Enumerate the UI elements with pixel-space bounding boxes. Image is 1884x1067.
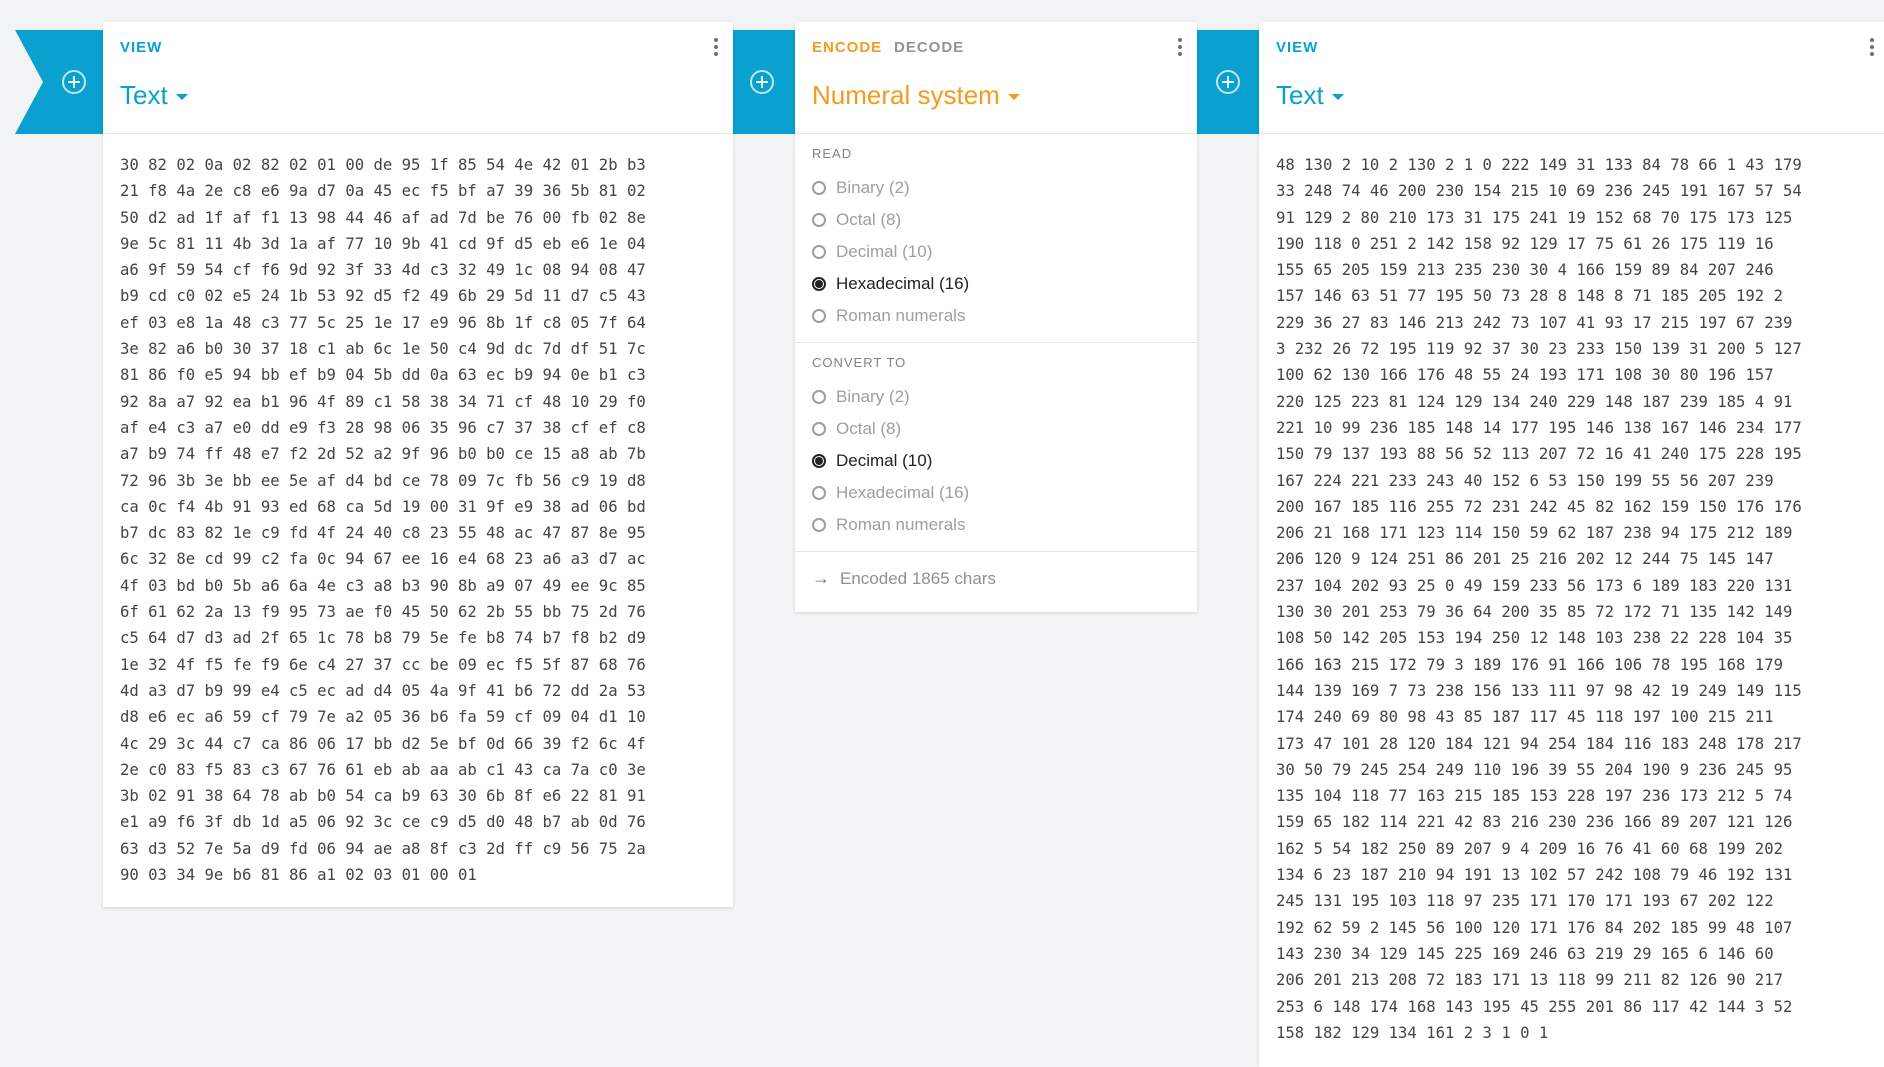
read-option-decimal[interactable]: Decimal (10) <box>795 236 1197 268</box>
pipeline-connector-2[interactable] <box>733 30 795 134</box>
encode-tab[interactable]: ENCODE <box>812 39 882 56</box>
status-text: Encoded 1865 chars <box>840 568 996 588</box>
format-title: Text <box>120 80 168 110</box>
output-view-card: VIEW Text 48 130 2 10 2 130 2 1 0 222 14… <box>1259 22 1884 1067</box>
read-section-label: READ <box>812 146 853 161</box>
radio-icon <box>812 181 826 195</box>
view-mode-label: VIEW <box>1276 39 1319 56</box>
convert-option-decimal[interactable]: Decimal (10) <box>795 445 1197 477</box>
read-option-hexadecimal[interactable]: Hexadecimal (16) <box>795 268 1197 300</box>
card-header: VIEW Text <box>103 22 733 134</box>
radio-icon <box>812 390 826 404</box>
convert-section-label: CONVERT TO <box>812 355 907 370</box>
radio-selected-icon <box>812 454 826 468</box>
radio-icon <box>812 518 826 532</box>
input-text-area[interactable]: 30 82 02 0a 02 82 02 01 00 de 95 1f 85 5… <box>103 134 733 906</box>
convert-option-binary[interactable]: Binary (2) <box>795 381 1197 413</box>
add-step-icon[interactable] <box>62 70 86 94</box>
read-option-binary[interactable]: Binary (2) <box>795 172 1197 204</box>
more-vert-icon[interactable] <box>1869 38 1875 58</box>
caret-down-icon <box>1331 94 1344 101</box>
add-step-icon[interactable] <box>750 70 774 94</box>
view-mode-label: VIEW <box>120 39 163 56</box>
read-option-octal[interactable]: Octal (8) <box>795 204 1197 236</box>
radio-selected-icon <box>812 277 826 291</box>
add-step-icon[interactable] <box>1216 70 1240 94</box>
cipher-dropdown[interactable]: Numeral system <box>812 80 1020 111</box>
read-options: Binary (2) Octal (8) Decimal (10) Hexade… <box>795 172 1197 332</box>
input-view-card: VIEW Text 30 82 02 0a 02 82 02 01 00 de … <box>103 22 733 907</box>
pipeline-connector-1[interactable] <box>15 30 103 134</box>
caret-down-icon <box>1007 94 1020 101</box>
caret-down-icon <box>175 94 188 101</box>
radio-icon <box>812 422 826 436</box>
encode-status: → Encoded 1865 chars <box>795 552 1197 605</box>
numeral-system-card: ENCODE DECODE Numeral system READ Binary… <box>795 22 1197 612</box>
read-option-roman[interactable]: Roman numerals <box>795 300 1197 332</box>
more-vert-icon[interactable] <box>1177 38 1183 58</box>
convert-option-octal[interactable]: Octal (8) <box>795 413 1197 445</box>
arrow-right-icon: → <box>812 568 830 588</box>
convert-option-roman[interactable]: Roman numerals <box>795 509 1197 541</box>
card-header: ENCODE DECODE Numeral system <box>795 22 1197 134</box>
radio-icon <box>812 213 826 227</box>
format-title: Text <box>1276 80 1324 110</box>
convert-option-hexadecimal[interactable]: Hexadecimal (16) <box>795 477 1197 509</box>
radio-icon <box>812 486 826 500</box>
format-dropdown[interactable]: Text <box>120 80 188 111</box>
convert-options: Binary (2) Octal (8) Decimal (10) Hexade… <box>795 381 1197 541</box>
more-vert-icon[interactable] <box>713 38 719 58</box>
output-text-area[interactable]: 48 130 2 10 2 130 2 1 0 222 149 31 133 8… <box>1259 134 1884 1064</box>
format-dropdown[interactable]: Text <box>1276 80 1344 111</box>
decode-tab[interactable]: DECODE <box>894 39 964 56</box>
radio-icon <box>812 309 826 323</box>
card-header: VIEW Text <box>1259 22 1884 134</box>
pipeline-connector-3[interactable] <box>1197 30 1259 134</box>
cipher-title: Numeral system <box>812 80 1000 110</box>
radio-icon <box>812 245 826 259</box>
